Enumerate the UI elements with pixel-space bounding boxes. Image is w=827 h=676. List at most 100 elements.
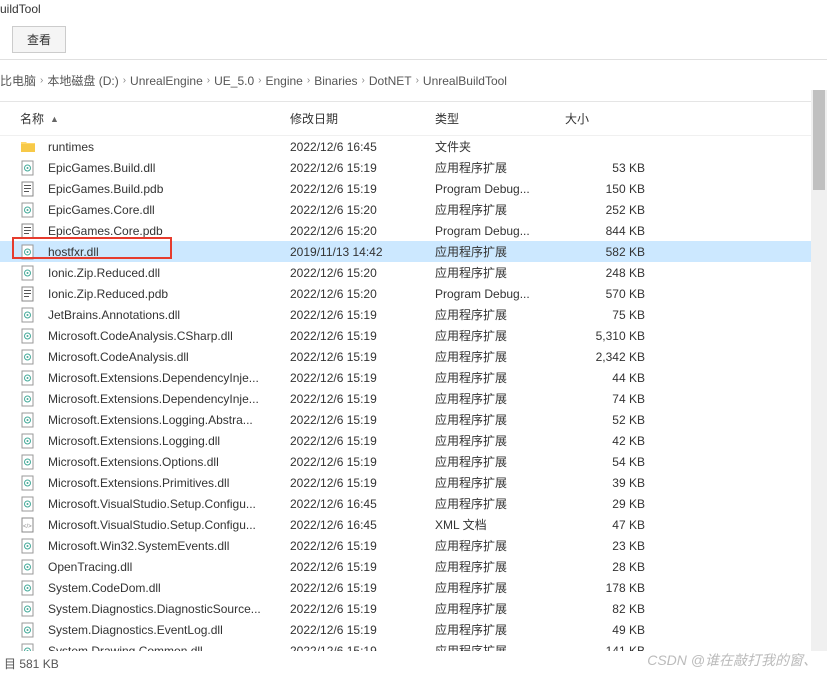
file-row[interactable]: OpenTracing.dll2022/12/6 15:19应用程序扩展28 K…	[0, 556, 827, 577]
file-name: Microsoft.Extensions.Logging.Abstra...	[48, 413, 253, 427]
file-size: 53 KB	[565, 161, 645, 175]
file-row[interactable]: Microsoft.Extensions.Logging.dll2022/12/…	[0, 430, 827, 451]
pdb-icon	[20, 286, 36, 302]
file-type: Program Debug...	[435, 287, 565, 301]
dll-icon	[20, 265, 36, 281]
file-row[interactable]: Microsoft.Extensions.Options.dll 2022/12/…	[0, 451, 827, 472]
column-type[interactable]: 类型	[435, 110, 565, 127]
dll-icon	[20, 622, 36, 638]
file-name: JetBrains.Annotations.dll	[48, 308, 180, 322]
breadcrumb-item[interactable]: Engine	[265, 74, 302, 88]
breadcrumb-item[interactable]: Binaries	[314, 74, 357, 88]
column-date[interactable]: 修改日期	[290, 110, 435, 127]
file-size: 28 KB	[565, 560, 645, 574]
file-row[interactable]: System.Diagnostics.DiagnosticSource...20…	[0, 598, 827, 619]
file-date: 2022/12/6 15:19	[290, 623, 435, 637]
file-row[interactable]: Microsoft.Win32.SystemEvents.dll2022/12/…	[0, 535, 827, 556]
breadcrumb-item[interactable]: UnrealBuildTool	[423, 74, 507, 88]
dll-icon	[20, 559, 36, 575]
file-date: 2022/12/6 15:19	[290, 413, 435, 427]
file-name: OpenTracing.dll	[48, 560, 132, 574]
file-row[interactable]: Microsoft.VisualStudio.Setup.Configu...2…	[0, 493, 827, 514]
dll-icon	[20, 412, 36, 428]
file-row[interactable]: EpicGames.Core.dll2022/12/6 15:20应用程序扩展2…	[0, 199, 827, 220]
file-type: Program Debug...	[435, 182, 565, 196]
file-type: 应用程序扩展	[435, 537, 565, 554]
file-type: 应用程序扩展	[435, 579, 565, 596]
file-size: 582 KB	[565, 245, 645, 259]
breadcrumb-item[interactable]: UnrealEngine	[130, 74, 203, 88]
pdb-icon	[20, 181, 36, 197]
file-row[interactable]: hostfxr.dll2019/11/13 14:42应用程序扩展582 KB	[0, 241, 827, 262]
file-name: EpicGames.Core.pdb	[48, 224, 163, 238]
file-row[interactable]: Microsoft.Extensions.Logging.Abstra... 20…	[0, 409, 827, 430]
chevron-right-icon: ›	[307, 75, 310, 86]
file-row[interactable]: Ionic.Zip.Reduced.pdb 2022/12/6 15:20Prog…	[0, 283, 827, 304]
file-type: 应用程序扩展	[435, 411, 565, 428]
vertical-scrollbar[interactable]	[811, 90, 827, 656]
breadcrumb-item[interactable]: UE_5.0	[214, 74, 254, 88]
file-date: 2022/12/6 15:19	[290, 350, 435, 364]
window-title: uildTool	[0, 0, 827, 22]
breadcrumb-item[interactable]: 比电脑	[0, 72, 36, 89]
file-date: 2022/12/6 15:20	[290, 266, 435, 280]
file-row[interactable]: EpicGames.Build.dll2022/12/6 15:19应用程序扩展…	[0, 157, 827, 178]
file-type: 应用程序扩展	[435, 201, 565, 218]
file-row[interactable]: EpicGames.Build.pdb2022/12/6 15:19Progra…	[0, 178, 827, 199]
file-row[interactable]: JetBrains.Annotations.dll2022/12/6 15:19…	[0, 304, 827, 325]
file-date: 2022/12/6 15:20	[290, 203, 435, 217]
file-row[interactable]: EpicGames.Core.pdb2022/12/6 15:20Program…	[0, 220, 827, 241]
folder-icon	[20, 139, 36, 155]
file-date: 2022/12/6 15:19	[290, 455, 435, 469]
file-size: 844 KB	[565, 224, 645, 238]
dll-icon	[20, 580, 36, 596]
dll-icon	[20, 244, 36, 260]
file-type: 应用程序扩展	[435, 453, 565, 470]
file-row[interactable]: Microsoft.CodeAnalysis.dll2022/12/6 15:1…	[0, 346, 827, 367]
file-size: 47 KB	[565, 518, 645, 532]
file-date: 2019/11/13 14:42	[290, 245, 435, 259]
file-name: System.CodeDom.dll	[48, 581, 161, 595]
dll-icon	[20, 475, 36, 491]
file-size: 82 KB	[565, 602, 645, 616]
file-row[interactable]: </>Microsoft.VisualStudio.Setup.Configu.…	[0, 514, 827, 535]
file-name: Ionic.Zip.Reduced.pdb	[48, 287, 168, 301]
file-type: 应用程序扩展	[435, 474, 565, 491]
file-row[interactable]: System.CodeDom.dll2022/12/6 15:19应用程序扩展1…	[0, 577, 827, 598]
breadcrumb-item[interactable]: 本地磁盘 (D:)	[47, 72, 118, 89]
file-row[interactable]: System.Diagnostics.EventLog.dll2022/12/6…	[0, 619, 827, 640]
dll-icon	[20, 538, 36, 554]
file-type: 应用程序扩展	[435, 159, 565, 176]
file-row[interactable]: Microsoft.Extensions.DependencyInje... 20…	[0, 388, 827, 409]
file-date: 2022/12/6 15:19	[290, 602, 435, 616]
dll-icon	[20, 349, 36, 365]
chevron-right-icon: ›	[416, 75, 419, 86]
breadcrumb[interactable]: 比电脑›本地磁盘 (D:)›UnrealEngine›UE_5.0›Engine…	[0, 72, 827, 89]
file-name: Microsoft.Extensions.DependencyInje...	[48, 371, 259, 385]
file-date: 2022/12/6 15:20	[290, 287, 435, 301]
dll-icon	[20, 307, 36, 323]
file-row[interactable]: runtimes2022/12/6 16:45文件夹	[0, 136, 827, 157]
file-row[interactable]: Microsoft.Extensions.DependencyInje...20…	[0, 367, 827, 388]
file-date: 2022/12/6 15:19	[290, 392, 435, 406]
file-date: 2022/12/6 16:45	[290, 140, 435, 154]
breadcrumb-item[interactable]: DotNET	[369, 74, 412, 88]
view-button[interactable]: 查看	[12, 26, 66, 53]
file-size: 178 KB	[565, 581, 645, 595]
breadcrumb-bar: 比电脑›本地磁盘 (D:)›UnrealEngine›UE_5.0›Engine…	[0, 60, 827, 102]
file-name: Microsoft.Extensions.Options.dll	[48, 455, 219, 469]
column-headers[interactable]: 名称 ▲ 修改日期 类型 大小	[0, 102, 827, 136]
file-type: 应用程序扩展	[435, 264, 565, 281]
chevron-right-icon: ›	[40, 75, 43, 86]
file-type: 应用程序扩展	[435, 390, 565, 407]
file-size: 54 KB	[565, 455, 645, 469]
file-type: 应用程序扩展	[435, 348, 565, 365]
file-size: 5,310 KB	[565, 329, 645, 343]
column-name[interactable]: 名称 ▲	[20, 110, 290, 127]
file-row[interactable]: Microsoft.Extensions.Primitives.dll2022/…	[0, 472, 827, 493]
file-row[interactable]: Ionic.Zip.Reduced.dll2022/12/6 15:20应用程序…	[0, 262, 827, 283]
file-name: Microsoft.Extensions.DependencyInje...	[48, 392, 259, 406]
file-row[interactable]: Microsoft.CodeAnalysis.CSharp.dll2022/12…	[0, 325, 827, 346]
scrollbar-thumb[interactable]	[813, 90, 825, 190]
column-size[interactable]: 大小	[565, 110, 645, 127]
